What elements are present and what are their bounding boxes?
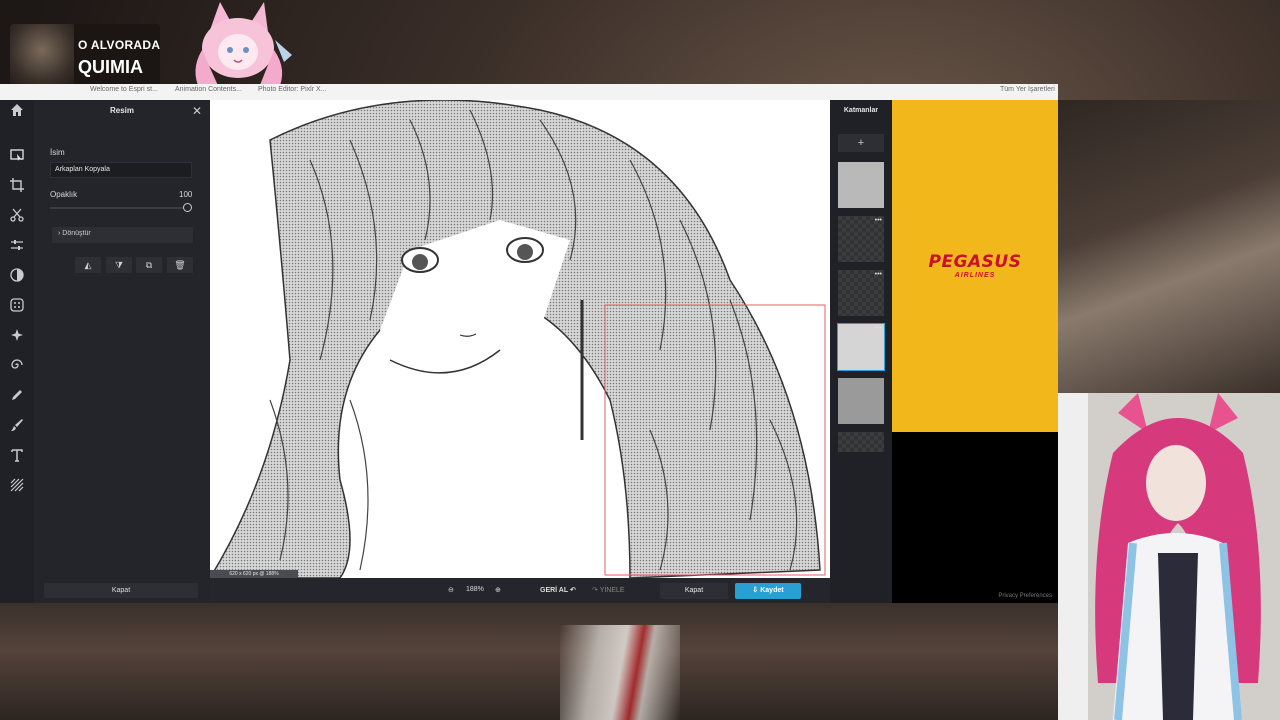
canvas-size-indicator: 620 x 620 px @ 188% bbox=[210, 570, 298, 578]
tool-sidebar bbox=[0, 100, 34, 603]
redo-label: YİNELE bbox=[599, 587, 625, 594]
brush-icon[interactable] bbox=[8, 418, 26, 436]
bottom-action-bar: ⊖ 188% ⊕ GERİ AL ↶ ↷ YİNELE Kapat ⇩ Kayd… bbox=[210, 578, 892, 603]
stream-background-sash bbox=[560, 625, 680, 720]
layer-name-field[interactable]: Arkaplan Kopyala bbox=[50, 162, 192, 178]
undo-icon: ↶ bbox=[569, 587, 576, 594]
layers-panel: Katmanlar + ••• ••• ••• bbox=[830, 100, 892, 603]
layer-thumbnail[interactable]: ••• bbox=[838, 216, 884, 262]
chevron-right-icon: › bbox=[58, 230, 61, 237]
text-icon[interactable] bbox=[8, 448, 26, 466]
layer-thumbnail-selected[interactable]: ••• bbox=[837, 323, 885, 371]
duplicate-button[interactable]: ⧉ bbox=[136, 257, 162, 273]
now-playing-thumbnail bbox=[10, 24, 74, 90]
undo-button[interactable]: GERİ AL ↶ bbox=[540, 586, 576, 594]
opacity-label: Opaklık bbox=[50, 190, 78, 199]
layer-thumbnail[interactable]: ••• bbox=[838, 270, 884, 316]
save-icon: ⇩ bbox=[752, 587, 759, 594]
flip-vertical-button[interactable]: ⧩ bbox=[106, 257, 132, 273]
privacy-preferences-link[interactable]: Privacy Preferences bbox=[968, 593, 1052, 599]
adjust-icon[interactable] bbox=[8, 238, 26, 256]
flip-horizontal-button[interactable]: ◭ bbox=[75, 257, 101, 273]
bookmark-item[interactable]: Animation Contents... bbox=[175, 86, 242, 93]
close-icon[interactable]: ✕ bbox=[192, 104, 202, 118]
save-button[interactable]: ⇩ Kaydet bbox=[735, 583, 801, 599]
anime-avatar bbox=[195, 2, 292, 90]
home-icon[interactable] bbox=[8, 103, 26, 121]
more-icon[interactable]: ••• bbox=[875, 217, 882, 224]
layer-thumbnail[interactable] bbox=[838, 162, 884, 208]
manga-artwork bbox=[210, 100, 826, 578]
zoom-level[interactable]: 188% bbox=[466, 586, 484, 593]
liquify-icon[interactable] bbox=[8, 358, 26, 376]
effect-icon[interactable] bbox=[8, 298, 26, 316]
draw-icon[interactable] bbox=[8, 388, 26, 406]
ad-empty-area bbox=[892, 432, 1058, 603]
ad-brand: PEGASUS bbox=[928, 252, 1022, 272]
bookmark-item[interactable]: Photo Editor: Pixlr X... bbox=[258, 86, 326, 93]
redo-button[interactable]: ↷ YİNELE bbox=[592, 586, 625, 594]
name-label: İsim bbox=[50, 148, 65, 157]
crop-icon[interactable] bbox=[8, 178, 26, 196]
stream-background-right bbox=[1058, 100, 1280, 393]
opacity-slider-track[interactable] bbox=[50, 207, 186, 209]
opacity-value: 100 bbox=[179, 190, 193, 199]
transform-section[interactable]: › Dönüştür bbox=[52, 227, 193, 243]
now-playing-title: O ALVORADA bbox=[78, 38, 161, 52]
panel-title: Resim bbox=[109, 106, 134, 115]
delete-icon[interactable]: 🗑 bbox=[167, 257, 193, 273]
close-button[interactable]: Kapat bbox=[660, 583, 728, 599]
photo-editor: Resim ✕ İsim Arkaplan Kopyala Opaklık 10… bbox=[0, 100, 892, 603]
webcam-feed bbox=[1058, 393, 1280, 720]
zoom-out-icon[interactable]: ⊖ bbox=[448, 586, 454, 594]
cutout-icon[interactable] bbox=[8, 208, 26, 226]
browser-bookmarks-bar: Welcome to Espri st... Animation Content… bbox=[0, 84, 1058, 100]
filter-icon[interactable] bbox=[8, 268, 26, 286]
add-layer-button[interactable]: + bbox=[838, 134, 884, 152]
opacity-slider-knob[interactable] bbox=[183, 203, 192, 212]
image-canvas[interactable] bbox=[210, 100, 830, 578]
bookmark-item[interactable]: Welcome to Espri st... bbox=[90, 86, 158, 93]
more-icon[interactable]: ••• bbox=[875, 325, 882, 332]
pattern-icon[interactable] bbox=[8, 478, 26, 496]
more-icon[interactable]: ••• bbox=[875, 271, 882, 278]
stream-background-bottom bbox=[0, 603, 1058, 720]
zoom-in-icon[interactable]: ⊕ bbox=[495, 586, 501, 594]
save-label: Kaydet bbox=[760, 587, 784, 594]
retouch-icon[interactable] bbox=[8, 328, 26, 346]
ad-subtitle: AIRLINES bbox=[954, 272, 996, 279]
redo-icon: ↷ bbox=[592, 587, 598, 594]
layers-title: Katmanlar bbox=[843, 107, 879, 114]
arrange-icon[interactable] bbox=[8, 148, 26, 166]
ad-banner[interactable]: PEGASUS AIRLINES bbox=[892, 100, 1058, 432]
transform-label: Dönüştür bbox=[62, 230, 91, 237]
now-playing-subtitle: QUIMIA bbox=[78, 57, 143, 77]
all-bookmarks[interactable]: Tüm Yer İşaretleri bbox=[1000, 86, 1055, 93]
image-properties-panel: Resim ✕ İsim Arkaplan Kopyala Opaklık 10… bbox=[34, 100, 210, 603]
panel-close-button[interactable]: Kapat bbox=[44, 583, 198, 598]
layer-thumbnail[interactable] bbox=[838, 432, 884, 452]
webcam-person bbox=[1058, 393, 1280, 720]
layer-thumbnail[interactable] bbox=[838, 378, 884, 424]
undo-label: GERİ AL bbox=[540, 587, 569, 594]
